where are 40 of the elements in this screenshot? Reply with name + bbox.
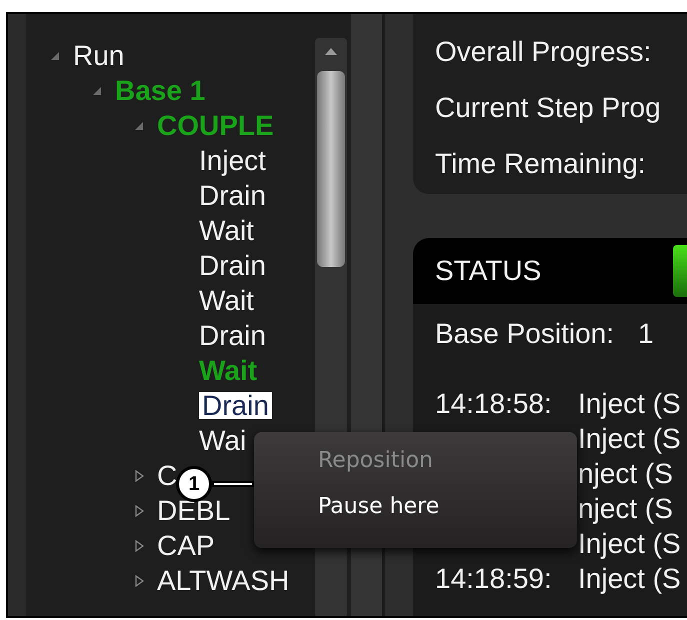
- expanded-arrow-icon[interactable]: [135, 122, 143, 130]
- tree-item[interactable]: C: [157, 462, 178, 489]
- log-time: 14:18:58:: [435, 388, 552, 418]
- progress-label: Overall Progress:: [435, 36, 652, 68]
- tree-item[interactable]: Drain: [199, 252, 266, 279]
- log-entry: nject (S: [578, 494, 673, 524]
- log-entry: Inject (S: [578, 388, 681, 418]
- scroll-up-icon[interactable]: [325, 48, 337, 55]
- collapsed-arrow-icon[interactable]: [135, 470, 144, 482]
- tree-item[interactable]: Drain: [199, 392, 272, 419]
- scrollbar-thumb[interactable]: [317, 71, 345, 267]
- base-position-label: Base Position:: [435, 318, 614, 350]
- log-time: 14:18:59:: [435, 564, 552, 594]
- tree-item[interactable]: Wait: [199, 357, 258, 384]
- expanded-arrow-icon[interactable]: [93, 86, 101, 94]
- tree-item[interactable]: Run: [73, 42, 124, 69]
- tree-item[interactable]: Wai: [199, 427, 246, 454]
- tree-item[interactable]: Inject: [199, 147, 266, 174]
- status-title: STATUS: [435, 254, 542, 288]
- menu-item[interactable]: Pause here: [318, 494, 577, 520]
- expanded-arrow-icon[interactable]: [51, 52, 59, 60]
- tree-item[interactable]: Drain: [199, 182, 266, 209]
- log-entry: Inject (S: [578, 528, 681, 558]
- log-entry: nject (S: [578, 458, 673, 488]
- status-indicator: [673, 245, 687, 297]
- tree-item[interactable]: Base 1: [115, 77, 206, 104]
- tree-item[interactable]: ALTWASH: [157, 567, 290, 594]
- progress-label: Current Step Prog: [435, 92, 662, 124]
- collapsed-arrow-icon[interactable]: [135, 540, 144, 552]
- tree-item[interactable]: CAP: [157, 532, 215, 559]
- progress-label: Time Remaining:: [435, 148, 647, 180]
- log-entry: Inject (S: [578, 564, 681, 594]
- tree-item[interactable]: Drain: [199, 322, 266, 349]
- collapsed-arrow-icon[interactable]: [135, 504, 144, 516]
- base-position-value: 1: [638, 318, 654, 350]
- tree-item[interactable]: COUPLE: [157, 112, 274, 139]
- collapsed-arrow-icon[interactable]: [135, 574, 144, 586]
- log-entry: Inject (S: [578, 424, 681, 454]
- tree-item[interactable]: Wait: [199, 287, 254, 314]
- tree-item[interactable]: Wait: [199, 217, 254, 244]
